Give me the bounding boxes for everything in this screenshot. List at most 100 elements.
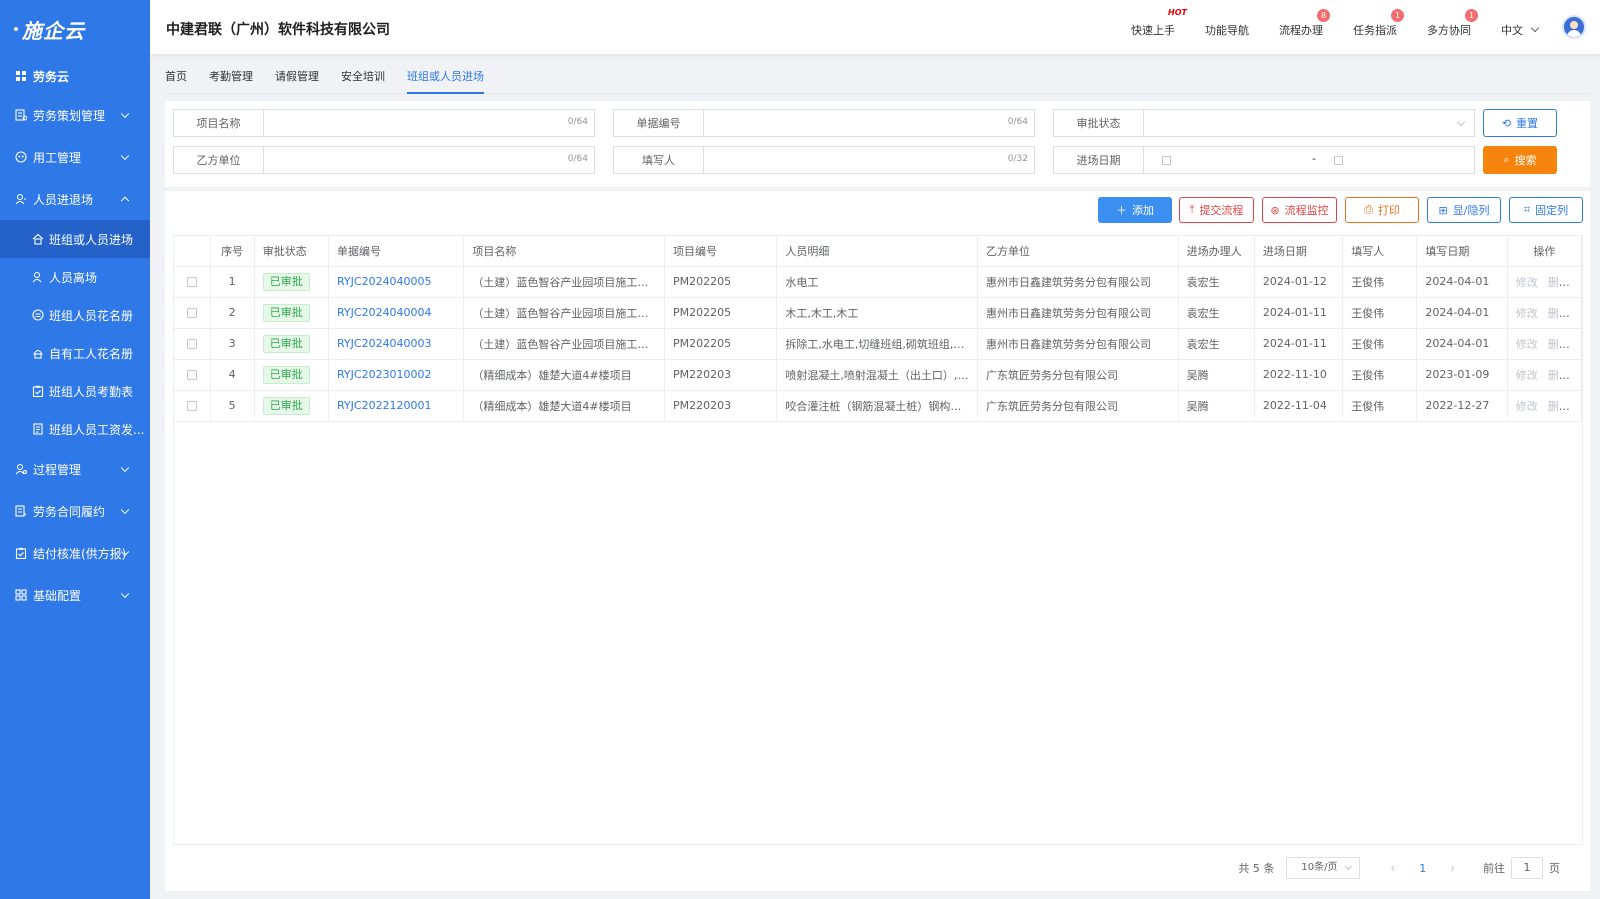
table-row[interactable]: 2 已审批 RYJC2024040004 （土建）蓝色智谷产业园项目施工总... PM2… xyxy=(174,297,1583,329)
edit-button[interactable]: 修改 xyxy=(1516,307,1538,320)
col-header: 项目名称 xyxy=(463,236,666,267)
sidebar-subitem-label: 班组或人员进场 xyxy=(49,232,134,247)
print-button[interactable]: ⎙ 打印 xyxy=(1345,197,1419,223)
sidebar-item-contract[interactable]: 劳务合同履约 xyxy=(0,490,150,532)
count-badge: 8 xyxy=(1317,9,1330,22)
chevron-down-icon xyxy=(1530,23,1540,33)
project-name-input[interactable]: 0/64 xyxy=(264,110,594,136)
edit-button[interactable]: 修改 xyxy=(1516,276,1538,289)
status-cell: 已审批 xyxy=(262,365,310,384)
table-row[interactable]: 4 已审批 RYJC2023010002 （精细成本）雄楚大道4#楼项目 PM22020… xyxy=(174,359,1583,391)
sidebar-item-process[interactable]: 过程管理 xyxy=(0,448,150,490)
entry-handler-cell: 袁宏生 xyxy=(1178,266,1255,298)
header-workflow[interactable]: 流程办理 8 xyxy=(1279,9,1330,38)
sidebar-item-planning[interactable]: 劳务策划管理 xyxy=(0,94,150,136)
table-row[interactable]: 1 已审批 RYJC2024040005 （土建）蓝色智谷产业园项目施工总... PM2… xyxy=(174,266,1583,298)
header-function-nav[interactable]: 功能导航 xyxy=(1205,22,1249,38)
row-number: 2 xyxy=(210,297,255,329)
sidebar-subitem-team-entry[interactable]: 班组或人员进场 xyxy=(0,220,150,258)
home-person-icon xyxy=(32,233,44,245)
entry-date-cell: 2022-11-04 xyxy=(1254,390,1344,422)
tab-leave[interactable]: 请假管理 xyxy=(275,60,319,94)
doc-number-link[interactable]: RYJC2022120001 xyxy=(337,399,432,412)
header-quick-start[interactable]: 快速上手 HOT xyxy=(1131,8,1187,38)
staff-detail-cell: 木工,木工,木工 xyxy=(776,297,979,329)
sidebar-item-personnel[interactable]: 人员进退场 xyxy=(0,178,150,220)
prev-page-button[interactable]: ‹ xyxy=(1390,861,1395,875)
field-label: 进场日期 xyxy=(1054,147,1144,173)
doc-number-link[interactable]: RYJC2023010002 xyxy=(337,368,432,381)
status-cell: 已审批 xyxy=(262,303,310,322)
sidebar-item-home[interactable]: 劳务云 xyxy=(0,58,150,94)
chevron-down-icon xyxy=(120,463,130,473)
table-row[interactable]: 5 已审批 RYJC2022120001 （精细成本）雄楚大道4#楼项目 PM22020… xyxy=(174,390,1583,422)
tab-home[interactable]: 首页 xyxy=(165,60,187,94)
doc-number-link-wrap: RYJC2023010002 xyxy=(328,359,465,391)
submit-flow-button[interactable]: ⤒ 提交流程 xyxy=(1179,197,1254,223)
delete-button[interactable]: 删除 xyxy=(1548,338,1570,351)
sidebar-subitem-label: 班组人员考勤表 xyxy=(49,384,134,399)
header-task-assign[interactable]: 任务指派 1 xyxy=(1353,9,1404,38)
header-nav-label: 流程办理 xyxy=(1279,24,1323,37)
chevron-down-icon xyxy=(120,151,130,161)
logo[interactable]: 施企云 xyxy=(0,0,150,58)
chevron-down-icon xyxy=(120,109,130,119)
tab-attendance[interactable]: 考勤管理 xyxy=(209,60,253,94)
pagination: 共 5 条 10条/页 ‹ 1 › 前往 1 页 xyxy=(1238,855,1560,881)
add-button[interactable]: ＋ 添加 xyxy=(1098,197,1172,223)
sidebar-item-employment[interactable]: 用工管理 xyxy=(0,136,150,178)
reset-button[interactable]: ⟲ 重置 xyxy=(1483,109,1557,137)
goto-page-input[interactable]: 1 xyxy=(1511,857,1543,879)
sidebar-subitem-label: 人员离场 xyxy=(49,270,98,285)
language-select[interactable]: 中文 xyxy=(1501,22,1540,38)
edit-button[interactable]: 修改 xyxy=(1516,400,1538,413)
sidebar-item-settlement[interactable]: 结付核准(供方报) xyxy=(0,532,150,574)
doc-no-input[interactable]: 0/64 xyxy=(704,110,1034,136)
filler-field: 填写人 0/32 xyxy=(613,146,1035,174)
sidebar-subitem-team-roster[interactable]: 班组人员花名册 xyxy=(0,296,150,334)
entry-handler-cell: 袁宏生 xyxy=(1178,328,1255,360)
delete-button[interactable]: 删除 xyxy=(1548,307,1570,320)
sidebar-subitem-attendance[interactable]: 班组人员考勤表 xyxy=(0,372,150,410)
row-checkbox[interactable] xyxy=(186,370,197,380)
row-number: 1 xyxy=(210,266,255,298)
sidebar-item-config[interactable]: 基础配置 xyxy=(0,574,150,616)
total-count: 共 5 条 xyxy=(1238,862,1275,875)
sidebar-subitem-wages[interactable]: 班组人员工资发... xyxy=(0,410,150,448)
delete-button[interactable]: 删除 xyxy=(1548,276,1570,289)
header-collaboration[interactable]: 多方协同 1 xyxy=(1427,9,1478,38)
entry-date-field: 进场日期 - xyxy=(1053,146,1475,174)
tab-team-entry[interactable]: 班组或人员进场 xyxy=(407,60,484,94)
page-size-select[interactable]: 10条/页 xyxy=(1286,857,1361,879)
filler-input[interactable]: 0/32 xyxy=(704,147,1034,173)
page-number[interactable]: 1 xyxy=(1419,862,1426,875)
table-row[interactable]: 3 已审批 RYJC2024040003 （土建）蓝色智谷产业园项目施工总... PM2… xyxy=(174,328,1583,360)
sidebar-subitem-own-roster[interactable]: 自有工人花名册 xyxy=(0,334,150,372)
row-checkbox[interactable] xyxy=(186,277,197,287)
tab-safety-training[interactable]: 安全培训 xyxy=(341,60,385,94)
party-b-input[interactable]: 0/64 xyxy=(264,147,594,173)
doc-number-link[interactable]: RYJC2024040004 xyxy=(337,306,432,319)
sidebar-subitem-exit[interactable]: 人员离场 xyxy=(0,258,150,296)
edit-button[interactable]: 修改 xyxy=(1516,338,1538,351)
delete-button[interactable]: 删除 xyxy=(1548,400,1570,413)
delete-button[interactable]: 删除 xyxy=(1548,369,1570,382)
next-page-button[interactable]: › xyxy=(1450,861,1455,875)
char-counter: 0/64 xyxy=(1007,117,1028,127)
row-checkbox[interactable] xyxy=(186,339,197,349)
select-all-checkbox[interactable] xyxy=(174,236,211,267)
fix-column-button[interactable]: ⌗ 固定列 xyxy=(1509,197,1583,223)
edit-button[interactable]: 修改 xyxy=(1516,369,1538,382)
show-hide-columns-button[interactable]: ⊞ 显/隐列 xyxy=(1427,197,1501,223)
entry-date-range[interactable]: - xyxy=(1144,147,1474,173)
project-code-cell: PM202205 xyxy=(664,328,778,360)
row-checkbox[interactable] xyxy=(186,308,197,318)
flow-monitor-button[interactable]: ⊛ 流程监控 xyxy=(1262,197,1337,223)
avatar[interactable] xyxy=(1562,15,1586,39)
doc-number-link[interactable]: RYJC2024040005 xyxy=(337,275,432,288)
sidebar-item-label: 劳务云 xyxy=(33,69,70,84)
search-button[interactable]: ⌕ 搜索 xyxy=(1483,146,1557,174)
row-checkbox[interactable] xyxy=(186,401,197,411)
approval-status-select[interactable] xyxy=(1144,110,1474,136)
doc-number-link[interactable]: RYJC2024040003 xyxy=(337,337,432,350)
